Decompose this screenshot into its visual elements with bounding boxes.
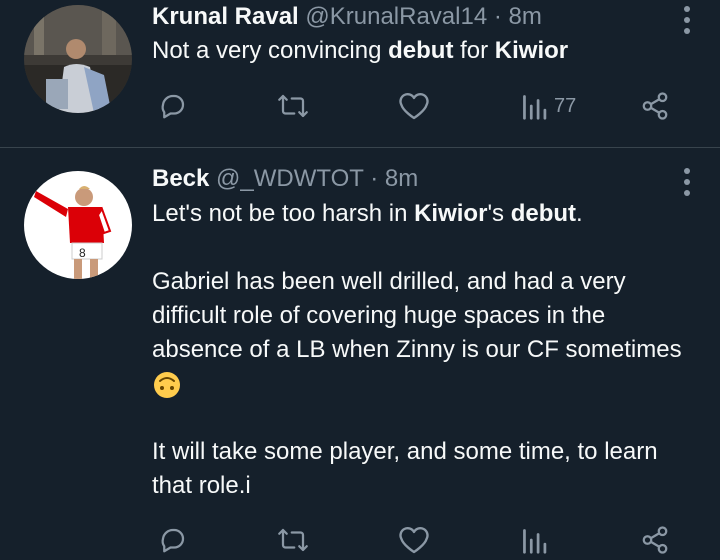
tweet-krunal[interactable]: Krunal Raval @KrunalRaval14 · 8m Not a v… [0, 0, 720, 148]
action-bar [0, 520, 720, 560]
share-button[interactable] [640, 86, 670, 126]
tweet-header: Krunal Raval @KrunalRaval14 · 8m [152, 3, 542, 31]
retweet-button[interactable] [276, 520, 310, 560]
like-icon [399, 526, 429, 554]
timestamp[interactable]: 8m [509, 3, 542, 30]
avatar[interactable]: 8 [24, 171, 132, 279]
views-count: 77 [554, 94, 577, 117]
more-icon[interactable] [684, 6, 692, 34]
views-icon [523, 95, 547, 120]
tweet-paragraph-2: Gabriel has been well drilled, and had a… [152, 265, 700, 401]
display-name[interactable]: Beck [152, 165, 209, 192]
reply-icon [161, 528, 185, 553]
tweet-paragraph-3: It will take some player, and some time,… [152, 438, 658, 499]
like-button[interactable] [398, 520, 430, 560]
svg-text:8: 8 [79, 246, 86, 260]
views-button[interactable] [520, 520, 548, 560]
tweet-paragraph-1: Let's not be too harsh in Kiwior's debut… [152, 200, 583, 227]
views-button[interactable]: 77 [520, 86, 576, 126]
upside-down-face-emoji [154, 371, 180, 398]
reply-button[interactable] [158, 520, 188, 560]
tweet-text: Let's not be too harsh in Kiwior's debut… [152, 197, 700, 503]
timestamp[interactable]: 8m [385, 165, 418, 192]
tweet-header: Beck @_WDWTOT · 8m [152, 165, 418, 193]
separator-dot: · [493, 3, 502, 30]
retweet-icon [278, 94, 308, 118]
reply-icon [161, 94, 185, 119]
like-button[interactable] [398, 86, 430, 126]
separator-dot: · [370, 165, 379, 192]
retweet-button[interactable] [276, 86, 310, 126]
display-name[interactable]: Krunal Raval [152, 3, 299, 30]
handle[interactable]: @KrunalRaval14 [305, 3, 487, 30]
handle[interactable]: @_WDWTOT [216, 165, 363, 192]
reply-button[interactable] [158, 86, 188, 126]
retweet-icon [278, 528, 308, 552]
more-icon[interactable] [684, 168, 692, 196]
action-bar: 77 [0, 86, 720, 126]
share-icon [642, 526, 668, 554]
like-icon [399, 92, 429, 120]
tweet-text: Not a very convincing debut for Kiwior [152, 37, 569, 64]
share-button[interactable] [640, 520, 670, 560]
share-icon [642, 92, 668, 120]
tweet-beck[interactable]: 8 Beck @_WDWTOT · 8m Let's not be too ha… [0, 148, 720, 554]
views-icon [523, 529, 547, 554]
